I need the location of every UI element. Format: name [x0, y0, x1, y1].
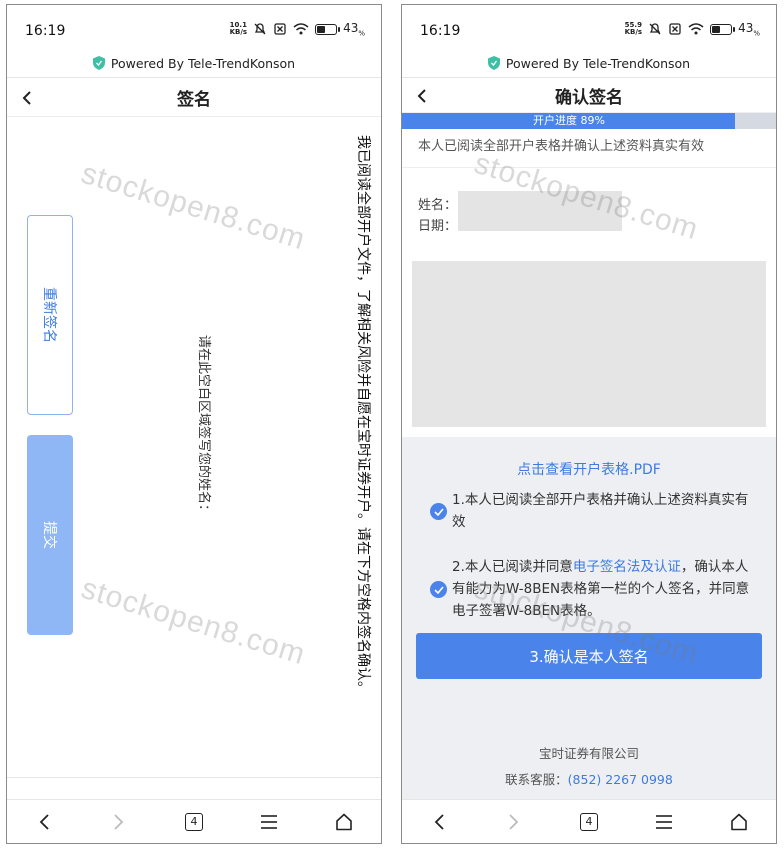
- company-name: 宝时证券有限公司: [538, 746, 639, 761]
- chevron-right-icon: [509, 813, 519, 830]
- check-icon[interactable]: [430, 503, 447, 520]
- mute-bell-icon: [254, 23, 266, 35]
- divider: [402, 167, 776, 168]
- confirm-signature-button[interactable]: 3.确认是本人签名: [416, 633, 762, 679]
- title-bar: 确认签名: [402, 77, 776, 113]
- declaration-text: 我已阅读全部开户文件，了解相关风险并自愿在宝时证券开户。请在下方空格内签名确认。: [355, 135, 371, 695]
- no-sim-icon: [669, 23, 681, 35]
- agreement-text-1: 1.本人已阅读全部开户表格并确认上述资料真实有效: [452, 492, 749, 530]
- tabs-button[interactable]: 4: [574, 807, 604, 837]
- home-button[interactable]: [724, 807, 754, 837]
- chevron-right-icon: [114, 813, 124, 830]
- service-label: 联系客服：: [505, 772, 568, 787]
- net-speed: 10.1 KB/s: [229, 21, 248, 37]
- resign-button[interactable]: 重新签名: [27, 215, 73, 415]
- name-date-redacted: [458, 191, 622, 231]
- net-speed: 55.9 KB/s: [624, 21, 643, 37]
- nav-forward-button[interactable]: [499, 807, 529, 837]
- watermark: stockopen8.com: [77, 571, 310, 672]
- menu-icon: [260, 814, 277, 829]
- wifi-icon: [293, 23, 309, 35]
- powered-by-banner: Powered By Tele-TrendKonson: [7, 51, 381, 75]
- confirm-signature-screen: 16:19 55.9 KB/s 43% Powered By Tele-Tren…: [401, 4, 777, 844]
- shield-icon: [92, 56, 105, 70]
- agreement-text-2-prefix: 2.本人已阅读并同意: [452, 559, 573, 575]
- progress-label: 开户进度 89%: [533, 114, 605, 127]
- chevron-left-icon: [22, 91, 31, 105]
- status-time: 16:19: [25, 23, 66, 39]
- agreement-item-2[interactable]: 2.本人已阅读并同意电子签名法及认证，确认本人有能力为W-8BEN表格第一栏的个…: [430, 556, 754, 622]
- confirm-statement: 本人已阅读全部开户表格并确认上述资料真实有效: [418, 139, 705, 154]
- name-label: 姓名：: [418, 198, 458, 213]
- tabs-icon: 4: [579, 812, 598, 831]
- status-time: 16:19: [420, 23, 461, 39]
- progress-bar: 开户进度 89%: [402, 113, 776, 129]
- customer-service: 联系客服：(852) 2267 0998: [402, 769, 776, 788]
- browser-nav-bar: 4: [402, 799, 776, 843]
- home-icon: [335, 813, 352, 830]
- nav-back-button[interactable]: [29, 807, 59, 837]
- powered-by-text: Powered By Tele-TrendKonson: [505, 55, 691, 71]
- check-icon[interactable]: [430, 581, 447, 598]
- chevron-left-icon: [435, 813, 445, 830]
- wifi-icon: [688, 23, 704, 35]
- submit-label: 提交: [41, 521, 57, 549]
- agreement-item-1[interactable]: 1.本人已阅读全部开户表格并确认上述资料真实有效: [430, 489, 754, 533]
- battery-percent: 43: [738, 21, 754, 35]
- status-bar: 16:19 55.9 KB/s 43%: [420, 21, 760, 39]
- tabs-button[interactable]: 4: [179, 807, 209, 837]
- title-bar: 签名: [7, 77, 381, 117]
- status-bar: 16:19 10.1 KB/s 43%: [25, 21, 365, 39]
- tabs-icon: 4: [184, 812, 203, 831]
- powered-by-text: Powered By Tele-TrendKonson: [110, 55, 296, 71]
- chevron-left-icon: [417, 89, 426, 103]
- e-signature-law-link[interactable]: 电子签名法及认证: [573, 559, 681, 575]
- confirm-signature-label: 3.确认是本人签名: [529, 647, 649, 666]
- mute-bell-icon: [649, 23, 661, 35]
- menu-icon: [655, 814, 672, 829]
- home-button[interactable]: [329, 807, 359, 837]
- home-icon: [730, 813, 747, 830]
- date-label: 日期：: [418, 219, 458, 234]
- powered-by-banner: Powered By Tele-TrendKonson: [402, 51, 776, 75]
- page-title: 签名: [177, 89, 211, 110]
- submit-button[interactable]: 提交: [27, 435, 73, 635]
- resign-label: 重新签名: [41, 287, 57, 343]
- shield-icon: [487, 56, 500, 70]
- nav-forward-button[interactable]: [104, 807, 134, 837]
- no-sim-icon: [274, 23, 286, 35]
- watermark: stockopen8.com: [77, 156, 310, 257]
- back-button[interactable]: [410, 84, 434, 108]
- battery-percent: 43: [343, 21, 359, 35]
- divider: [7, 777, 381, 778]
- menu-button[interactable]: [649, 807, 679, 837]
- browser-nav-bar: 4: [7, 799, 381, 843]
- page-title: 确认签名: [555, 87, 623, 108]
- signature-screen: 16:19 10.1 KB/s 43% Powered By Tele-Tren…: [6, 4, 382, 844]
- battery-icon: [315, 23, 341, 35]
- signature-hint: 请在此空白区域签写您的姓名：: [196, 335, 211, 518]
- back-button[interactable]: [15, 86, 39, 110]
- view-pdf-link[interactable]: 点击查看开户表格.PDF: [402, 459, 776, 479]
- chevron-left-icon: [40, 813, 50, 830]
- nav-back-button[interactable]: [424, 807, 454, 837]
- battery-icon: [710, 23, 736, 35]
- menu-button[interactable]: [254, 807, 284, 837]
- service-phone-link[interactable]: (852) 2267 0998: [568, 772, 673, 787]
- signature-preview: [412, 261, 766, 427]
